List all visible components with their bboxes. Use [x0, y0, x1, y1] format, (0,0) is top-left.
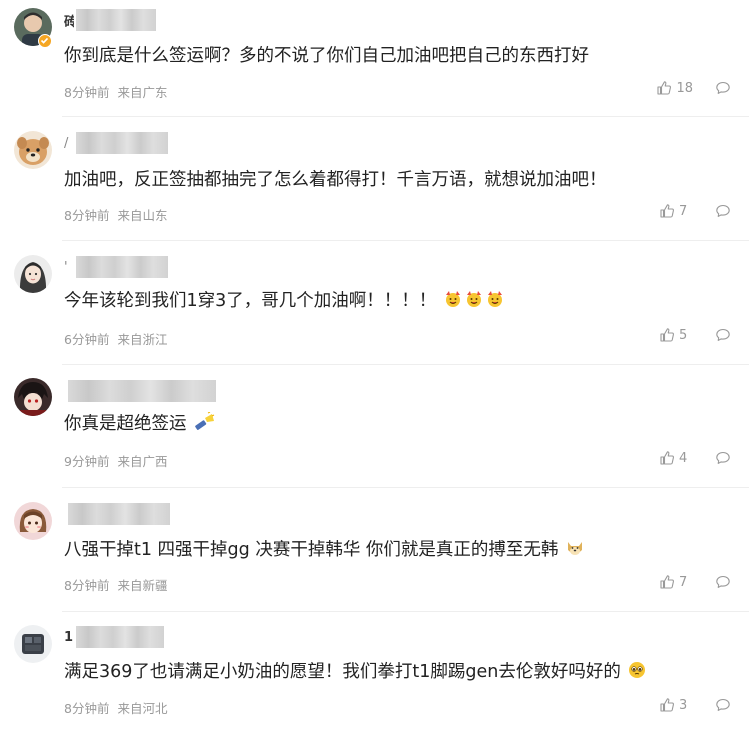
avatar[interactable] [14, 255, 52, 293]
username-blurred [76, 132, 168, 154]
thumbs-up-icon [660, 698, 674, 712]
like-button[interactable]: 7 [659, 574, 693, 590]
avatar-image [14, 131, 52, 169]
flashlight-emoji-icon [195, 412, 215, 430]
thumbs-up-icon [660, 575, 674, 589]
like-button[interactable]: 18 [656, 80, 693, 96]
comment-text: 你到底是什么签运啊？多的不说了你们自己加油吧把自己的东西打好 [64, 46, 589, 66]
comment-actions: 7 [659, 203, 731, 219]
reply-icon[interactable] [715, 574, 731, 590]
comment-item: 砖 你到底是什么签运啊？多的不说了你们自己加油吧把自己的东西打好 8分钟前 来自… [0, 6, 749, 117]
comment-location: 来自广东 [117, 85, 168, 100]
username[interactable]: 1 [64, 626, 164, 648]
avatar-image [14, 255, 52, 293]
reply-icon[interactable] [715, 203, 731, 219]
comment-text: 今年该轮到我们1穿3了，哥几个加油啊！！！！ [64, 289, 505, 313]
avatar[interactable] [14, 625, 52, 663]
comment-text: 满足369了也请满足小奶油的愿望！我们拳打t1脚踢gen去伦敦好吗好的 [64, 660, 647, 684]
comment-time: 8分钟前 [64, 578, 110, 593]
verified-badge-icon [38, 34, 52, 48]
username-blurred [76, 9, 156, 31]
cheer-emoji-icon [466, 291, 481, 307]
username-blurred [68, 503, 170, 525]
comment-meta: 9分钟前 来自广西 [64, 451, 167, 470]
reply-icon[interactable] [715, 450, 731, 466]
comment-location: 来自广西 [117, 454, 168, 469]
like-count: 7 [679, 203, 688, 219]
username-visible-char: / [64, 135, 69, 151]
thumbs-up-icon [660, 451, 674, 465]
cheer-emoji-icon [445, 291, 460, 307]
username[interactable]: / [64, 132, 168, 154]
username[interactable] [64, 380, 216, 402]
avatar[interactable] [14, 378, 52, 416]
comment-item: ' 今年该轮到我们1穿3了，哥几个加油啊！！！！ 6分钟前 来自浙江 5 [0, 241, 749, 365]
comment-meta: 8分钟前 来自山东 [64, 205, 167, 224]
comment-text: 八强干掉t1 四强干掉gg 决赛干掉韩华 你们就是真正的搏至无韩 [64, 538, 585, 562]
comment-actions: 5 [659, 327, 731, 343]
comment-time: 8分钟前 [64, 85, 110, 100]
username-visible-char: ' [64, 259, 68, 275]
comment-actions: 4 [659, 450, 731, 466]
avatar[interactable] [14, 502, 52, 540]
comment-item: 八强干掉t1 四强干掉gg 决赛干掉韩华 你们就是真正的搏至无韩 8分钟前 来自… [0, 488, 749, 612]
avatar-image [14, 625, 52, 663]
thumbs-up-icon [657, 81, 672, 95]
comment-time: 8分钟前 [64, 208, 110, 223]
like-count: 7 [679, 574, 688, 590]
like-button[interactable]: 3 [659, 697, 693, 713]
like-count: 18 [676, 80, 693, 96]
username[interactable]: ' [64, 256, 168, 278]
comment-actions: 3 [659, 697, 731, 713]
comment-meta: 8分钟前 来自广东 [64, 82, 167, 101]
like-count: 4 [679, 450, 688, 466]
comment-item: / 加油吧，反正签抽都抽完了怎么着都得打！千言万语，就想说加油吧！ 8分钟前 来… [0, 117, 749, 241]
username[interactable] [64, 503, 170, 525]
comment-actions: 18 [656, 80, 731, 96]
comment-meta: 8分钟前 来自河北 [64, 698, 167, 717]
avatar-image [14, 378, 52, 416]
reply-icon[interactable] [715, 80, 731, 96]
cheer-emoji-icon [487, 291, 502, 307]
doge-emoji-icon [567, 542, 582, 555]
comment-location: 来自山东 [117, 208, 168, 223]
like-count: 5 [679, 327, 688, 343]
thumbs-up-icon [660, 328, 674, 342]
comment-location: 来自浙江 [117, 332, 168, 347]
comment-time: 9分钟前 [64, 454, 110, 469]
reply-icon[interactable] [715, 327, 731, 343]
comment-text: 加油吧，反正签抽都抽完了怎么着都得打！千言万语，就想说加油吧！ [64, 170, 607, 190]
like-button[interactable]: 7 [659, 203, 693, 219]
comment-text: 你真是超绝签运 [64, 412, 215, 436]
comment-meta: 6分钟前 来自浙江 [64, 329, 167, 348]
avatar-image [14, 502, 52, 540]
comment-location: 来自新疆 [117, 578, 168, 593]
comment-time: 6分钟前 [64, 332, 110, 347]
comment-item: 你真是超绝签运 9分钟前 来自广西 4 [0, 365, 749, 488]
like-count: 3 [679, 697, 688, 713]
reply-icon[interactable] [715, 697, 731, 713]
comment-location: 来自河北 [117, 701, 168, 716]
comment-item: 1 满足369了也请满足小奶油的愿望！我们拳打t1脚踢gen去伦敦好吗好的 8分… [0, 612, 749, 733]
avatar[interactable] [14, 131, 52, 169]
username[interactable]: 砖 [64, 9, 156, 31]
username-visible-char: 1 [64, 629, 74, 645]
username-blurred [76, 626, 164, 648]
comment-actions: 7 [659, 574, 731, 590]
like-button[interactable]: 4 [659, 450, 693, 466]
like-button[interactable]: 5 [659, 327, 693, 343]
username-blurred [68, 380, 216, 402]
thumbs-up-icon [660, 204, 674, 218]
username-blurred [76, 256, 168, 278]
comment-time: 8分钟前 [64, 701, 110, 716]
pleading-emoji-icon [629, 662, 646, 678]
comment-meta: 8分钟前 来自新疆 [64, 575, 167, 594]
comment-list: 砖 你到底是什么签运啊？多的不说了你们自己加油吧把自己的东西打好 8分钟前 来自… [0, 0, 749, 733]
username-visible-char: 砖 [64, 14, 74, 30]
